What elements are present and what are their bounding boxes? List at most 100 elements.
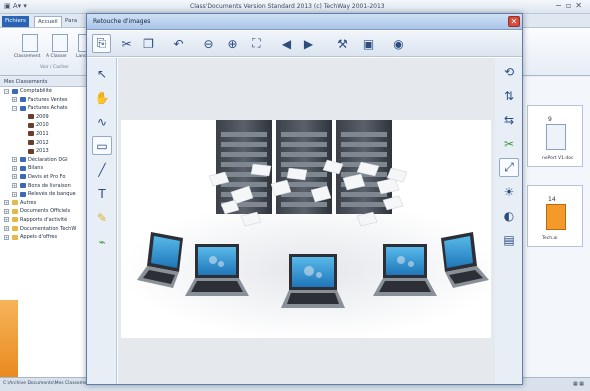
folder-icon [12,88,18,94]
folder-icon [12,234,18,240]
ribbon-group-label: Voir / Cacher [40,65,69,70]
tree-item-label: Devis et Pro Fo [28,173,66,180]
tab-accueil[interactable]: Accueil [34,16,62,27]
expand-icon[interactable]: + [4,234,9,240]
tab-fichiers[interactable]: Fichiers [2,16,29,27]
expand-icon[interactable]: + [12,157,17,163]
tree-item[interactable]: + Bilans [0,164,91,173]
folder-icon [28,148,34,154]
expand-icon[interactable]: + [12,183,17,189]
expand-icon[interactable]: + [12,165,17,171]
tree-item-label: 2012 [36,139,49,146]
tree-item[interactable]: − Factures Achats [0,104,91,113]
tools-icon[interactable]: ⚒ [333,34,352,53]
paste-special-icon[interactable]: ⎘ [92,34,111,53]
expand-icon[interactable]: + [12,97,17,103]
folder-icon [28,114,34,120]
expand-icon[interactable]: + [4,226,9,231]
straighten-icon[interactable]: ⇆ [499,110,519,129]
lasso-icon[interactable]: ∿ [92,112,112,131]
tree-item[interactable]: + Factures Ventes [0,96,91,105]
cut-icon[interactable]: ✂ [117,34,136,53]
tree-item[interactable]: − Comptabilité [0,87,91,96]
tree-item[interactable]: 2010 [0,121,91,130]
tree-item[interactable]: + Bons de livraison [0,182,91,191]
classement-button[interactable] [22,34,38,52]
image-canvas-area[interactable] [118,58,495,384]
document-icon [546,124,566,150]
stamp-icon[interactable]: ⌁ [92,232,112,251]
close-button[interactable]: ✕ [508,16,520,27]
tree-item-label: Déclaration DGI [28,156,68,163]
hand-icon[interactable]: ✋ [92,88,112,107]
network-illustration [121,120,491,338]
tree-items: − Comptabilité + Factures Ventes − Factures A… [0,87,91,242]
quick-access-toolbar[interactable]: ▣ A▾ ▾ [4,2,27,10]
folder-icon [12,200,18,206]
file-thumb[interactable]: 14 Tech.ai [527,185,583,247]
expand-icon[interactable]: + [4,208,9,214]
tree-item[interactable]: + Autres [0,199,91,208]
left-toolbar: ↖ ✋ ∿ ▭ ╱ T ✎ ⌁ [87,58,117,384]
fit-window-icon[interactable]: ⛶ [247,34,266,53]
text-icon[interactable]: T [92,184,112,203]
file-number: 9 [548,116,552,123]
expand-icon[interactable]: + [4,200,9,206]
a-classer-label: A Classer [46,54,67,59]
brightness-icon[interactable]: ☀ [499,182,519,201]
folder-icon [20,97,26,103]
zoom-in-icon[interactable]: ⊕ [223,34,242,53]
tree-item[interactable]: + Relevés de banque [0,190,91,199]
tree-item-label: Factures Achats [28,105,68,112]
rectangle-select-icon[interactable]: ▭ [92,136,112,155]
tree-item-label: 2010 [36,122,49,129]
flip-vertical-icon[interactable]: ⇅ [499,86,519,105]
line-icon[interactable]: ╱ [92,160,112,179]
next-icon[interactable]: ▶ [299,34,318,53]
copy-icon[interactable]: ❐ [139,34,158,53]
tree-item[interactable]: 2009 [0,113,91,122]
tree-item[interactable]: + Rapports d'activité [0,216,91,225]
scan-icon[interactable]: ▣ [359,34,378,53]
rotate-icon[interactable]: ⟲ [499,62,519,81]
tree-item[interactable]: 2011 [0,130,91,139]
zoom-out-icon[interactable]: ⊖ [199,34,218,53]
contrast-icon[interactable]: ◐ [499,206,519,225]
folder-icon [28,131,34,137]
tree-item[interactable]: + Documents Officiels [0,207,91,216]
file-thumb[interactable]: 9 nePort V1.doc [527,105,583,167]
crop-icon[interactable]: ✂ [499,134,519,153]
tree-item[interactable]: + Devis et Pro Fo [0,173,91,182]
tree-item-label: Autres [20,199,37,206]
tree-item-label: Comptabilité [20,88,52,94]
tree-item[interactable]: + Déclaration DGI [0,156,91,165]
pointer-icon[interactable]: ↖ [92,64,112,83]
collapse-icon[interactable]: − [4,88,9,94]
file-name: Tech.ai [542,236,558,241]
dialog-title: Retouche d'images [93,18,151,25]
tree-header: Mes Classements [0,77,91,87]
window-controls[interactable]: −▫✕ [555,1,586,10]
tree-item-label: Rapports d'activité [20,216,68,223]
undo-icon[interactable]: ↶ [169,34,188,53]
tree-item[interactable]: 2013 [0,147,91,156]
save-icon[interactable]: ◉ [389,34,408,53]
highlighter-icon[interactable]: ✎ [92,208,112,227]
expand-icon[interactable]: + [4,217,9,223]
tree-item-label: 2011 [36,130,49,137]
expand-icon[interactable]: + [12,174,17,180]
tree-item[interactable]: + Documentation TechW [0,225,91,234]
expand-icon[interactable]: + [12,191,17,197]
decorative-strip [0,300,18,377]
previous-icon[interactable]: ◀ [277,34,296,53]
file-number: 14 [548,196,556,203]
tree-item[interactable]: + Appels d'offres [0,233,91,242]
color-icon[interactable]: ▤ [499,230,519,249]
folder-icon [20,183,26,189]
resize-icon[interactable]: ⤢ [499,158,519,177]
dialog-toolbar: ⎘ ✂ ❐ ↶ ⊖ ⊕ ⛶ ◀ ▶ ⚒ ▣ ◉ [87,31,522,57]
tree-item[interactable]: 2012 [0,139,91,148]
tab-parametres[interactable]: Para [62,16,80,27]
a-classer-button[interactable] [52,34,68,52]
collapse-icon[interactable]: − [12,105,17,111]
